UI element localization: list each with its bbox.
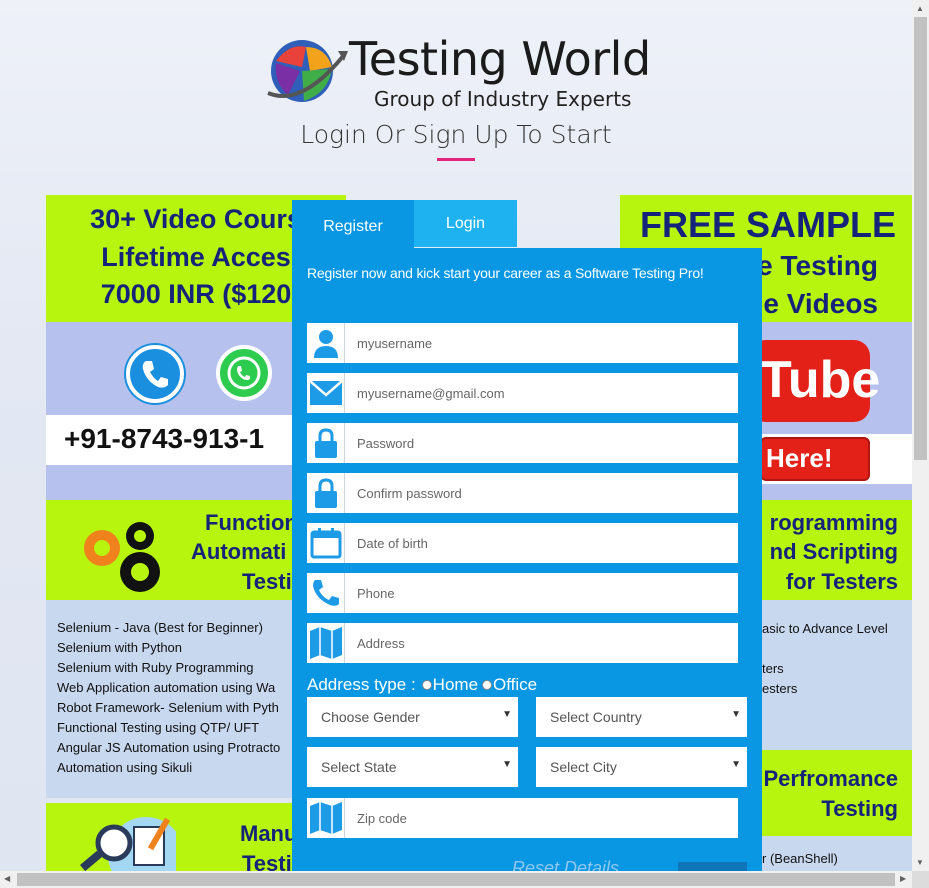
username-input[interactable] <box>346 323 738 363</box>
heading-underline <box>437 158 475 161</box>
calendar-icon <box>307 523 345 563</box>
email-field[interactable] <box>307 373 738 413</box>
radio-office-label: Office <box>493 675 538 694</box>
perf-line: Testing <box>821 796 898 821</box>
perf-line: Perfromance <box>763 766 898 791</box>
radio-office[interactable] <box>482 680 493 690</box>
list-item: Web Application automation using Wa <box>57 680 276 695</box>
register-form: Register now and kick start your career … <box>292 248 762 871</box>
country-select[interactable]: Select Country ▼ <box>536 697 747 737</box>
radio-home-label: Home <box>432 675 479 694</box>
confirm-password-field[interactable] <box>307 473 738 513</box>
prog-line: nd Scripting <box>769 539 898 564</box>
country-select-value: Select Country <box>550 709 642 725</box>
page-title: Login Or Sign Up To Start <box>300 120 612 149</box>
chevron-down-icon: ▼ <box>502 709 512 720</box>
state-select[interactable]: Select State ▼ <box>307 747 518 787</box>
prog-line: rogramming <box>769 510 898 535</box>
magnifier-icon <box>80 817 176 871</box>
chevron-down-icon: ▼ <box>731 709 741 720</box>
chevron-down-icon: ▼ <box>502 759 512 770</box>
click-here-label: Here! <box>766 443 833 473</box>
radio-home[interactable] <box>421 680 432 690</box>
whatsapp-icon[interactable] <box>216 345 272 401</box>
list-item: r (BeanShell) <box>762 851 838 866</box>
address-field[interactable] <box>307 623 738 663</box>
gender-select-value: Choose Gender <box>321 709 420 725</box>
lock-icon <box>307 423 345 463</box>
vertical-scroll-thumb[interactable] <box>914 17 927 460</box>
list-item: esters <box>762 681 798 696</box>
list-item: ters <box>762 661 784 676</box>
list-item: Robot Framework- Selenium with Pyth <box>57 700 279 715</box>
password-field[interactable] <box>307 423 738 463</box>
list-item: asic to Advance Level <box>762 621 888 636</box>
list-item: Functional Testing using QTP/ UFT <box>57 720 260 735</box>
gears-icon <box>84 522 160 592</box>
confirm-password-input[interactable] <box>346 473 738 513</box>
form-intro: Register now and kick start your career … <box>307 265 704 281</box>
list-item: Selenium with Ruby Programming <box>57 660 254 675</box>
page-viewport: Testing World Group of Industry Experts … <box>0 0 912 871</box>
submit-button[interactable] <box>678 862 747 871</box>
free-line: e Videos <box>763 288 878 319</box>
phone-input[interactable] <box>346 573 738 613</box>
scroll-right-arrow-icon[interactable]: ▶ <box>900 874 906 883</box>
dob-input[interactable] <box>346 523 738 563</box>
lock-icon <box>307 473 345 513</box>
password-input[interactable] <box>346 423 738 463</box>
zip-field[interactable] <box>307 798 738 838</box>
list-item: Angular JS Automation using Protracto <box>57 740 281 755</box>
brand-title: Testing World <box>349 32 651 86</box>
user-icon <box>307 323 345 363</box>
username-field[interactable] <box>307 323 738 363</box>
list-item: Selenium with Python <box>57 640 183 655</box>
horizontal-scroll-thumb[interactable] <box>17 873 895 886</box>
city-select-value: Select City <box>550 759 617 775</box>
free-line: FREE SAMPLE <box>639 204 896 245</box>
scrollbar-corner <box>912 871 929 888</box>
globe-icon <box>267 40 348 102</box>
address-input[interactable] <box>346 623 738 663</box>
email-input[interactable] <box>346 373 738 413</box>
free-line: e Testing <box>757 250 878 281</box>
func-line: Automati <box>191 539 287 564</box>
func-line: Function <box>205 510 298 535</box>
reset-details-link[interactable]: Reset Details <box>512 858 619 871</box>
tab-register-label: Register <box>323 218 383 235</box>
phone-number: +91-8743-913-1 <box>64 423 265 454</box>
map-icon <box>307 623 345 663</box>
list-item: Automation using Sikuli <box>57 760 193 775</box>
tab-login-label: Login <box>445 215 486 232</box>
address-type-label: Address type : <box>307 675 416 694</box>
phone-field[interactable] <box>307 573 738 613</box>
address-type-group: Address type : Home Office <box>307 675 537 695</box>
chevron-down-icon: ▼ <box>731 759 741 770</box>
map-icon <box>307 798 345 838</box>
phone-call-icon[interactable] <box>126 345 184 403</box>
dob-field[interactable] <box>307 523 738 563</box>
state-select-value: Select State <box>321 759 397 775</box>
brand-logo: Testing World Group of Industry Experts <box>262 30 662 111</box>
tab-register[interactable]: Register <box>292 200 414 248</box>
envelope-icon <box>307 373 345 413</box>
brand-subtitle: Group of Industry Experts <box>374 87 632 111</box>
city-select[interactable]: Select City ▼ <box>536 747 747 787</box>
prog-line: for Testers <box>785 569 898 594</box>
scroll-down-arrow-icon[interactable]: ▼ <box>916 858 924 867</box>
list-item: Selenium - Java (Best for Beginner) <box>57 620 263 635</box>
phone-icon <box>307 573 345 613</box>
manual-line: Testi <box>242 851 292 871</box>
scroll-left-arrow-icon[interactable]: ◀ <box>4 874 10 883</box>
manual-line: Manu <box>240 821 298 846</box>
tab-login[interactable]: Login <box>414 200 517 247</box>
func-line: Testi <box>242 569 292 594</box>
gender-select[interactable]: Choose Gender ▼ <box>307 697 518 737</box>
scroll-up-arrow-icon[interactable]: ▲ <box>916 4 924 13</box>
zip-input[interactable] <box>346 798 738 838</box>
youtube-text: Tube <box>760 351 881 409</box>
